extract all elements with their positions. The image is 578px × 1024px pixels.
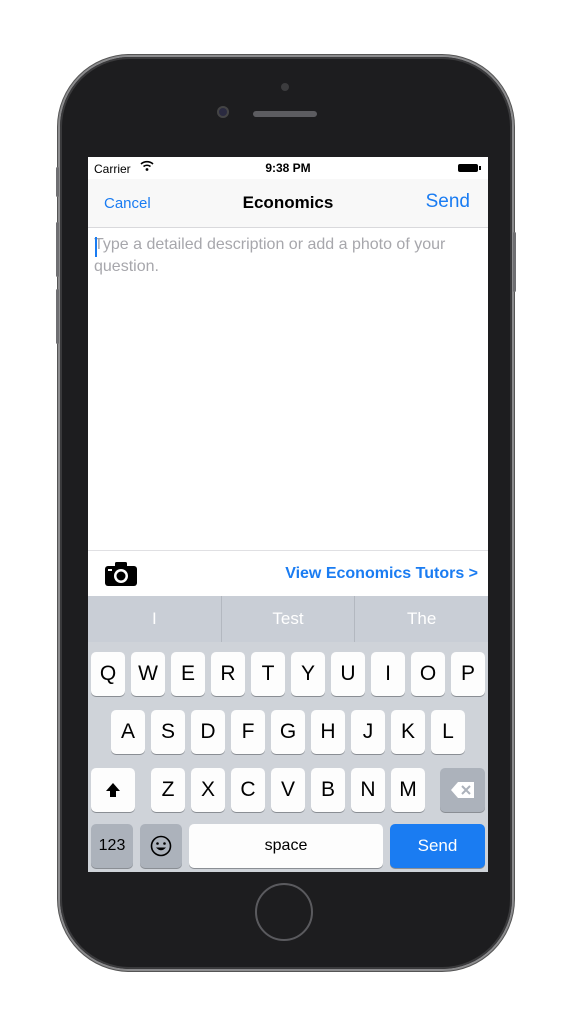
key-y[interactable]: Y — [291, 652, 325, 696]
key-e[interactable]: E — [171, 652, 205, 696]
key-d[interactable]: D — [191, 710, 225, 754]
power-button — [513, 232, 516, 292]
key-h[interactable]: H — [311, 710, 345, 754]
key-p[interactable]: P — [451, 652, 485, 696]
predictive-suggestions-bar: I Test The — [88, 596, 488, 642]
proximity-sensor — [281, 83, 289, 91]
key-k[interactable]: K — [391, 710, 425, 754]
key-m[interactable]: M — [391, 768, 425, 812]
key-s[interactable]: S — [151, 710, 185, 754]
emoji-key[interactable] — [140, 824, 182, 868]
text-cursor — [95, 237, 97, 257]
key-w[interactable]: W — [131, 652, 165, 696]
key-g[interactable]: G — [271, 710, 305, 754]
delete-icon — [450, 782, 474, 799]
shift-icon — [106, 783, 120, 798]
front-camera — [217, 106, 229, 118]
key-r[interactable]: R — [211, 652, 245, 696]
key-f[interactable]: F — [231, 710, 265, 754]
shift-key[interactable] — [91, 768, 135, 812]
screen: Carrier 9:38 PM Cancel Economics Send Vi… — [88, 157, 488, 872]
earpiece-speaker — [253, 111, 317, 117]
camera-icon[interactable] — [104, 561, 138, 587]
suggestion-2[interactable]: Test — [222, 596, 355, 642]
delete-key[interactable] — [440, 768, 485, 812]
key-a[interactable]: A — [111, 710, 145, 754]
keyboard: Q W E R T Y U I O P A S D F G H J K L Z … — [88, 642, 488, 872]
view-tutors-link[interactable]: View Economics Tutors > — [285, 565, 478, 583]
send-button[interactable]: Send — [426, 191, 470, 213]
suggestion-3[interactable]: The — [355, 596, 488, 642]
key-j[interactable]: J — [351, 710, 385, 754]
navigation-bar: Cancel Economics Send — [88, 179, 488, 228]
key-q[interactable]: Q — [91, 652, 125, 696]
status-bar: Carrier 9:38 PM — [88, 157, 488, 179]
key-i[interactable]: I — [371, 652, 405, 696]
attachment-toolbar: View Economics Tutors > — [88, 550, 488, 597]
numbers-key[interactable]: 123 — [91, 824, 133, 868]
key-u[interactable]: U — [331, 652, 365, 696]
key-z[interactable]: Z — [151, 768, 185, 812]
volume-up-button — [56, 222, 59, 277]
key-b[interactable]: B — [311, 768, 345, 812]
key-l[interactable]: L — [431, 710, 465, 754]
key-t[interactable]: T — [251, 652, 285, 696]
battery-icon — [458, 164, 481, 172]
key-c[interactable]: C — [231, 768, 265, 812]
key-n[interactable]: N — [351, 768, 385, 812]
status-time: 9:38 PM — [265, 161, 311, 175]
compose-area — [88, 228, 488, 550]
key-o[interactable]: O — [411, 652, 445, 696]
suggestion-1[interactable]: I — [88, 596, 221, 642]
emoji-icon — [150, 836, 172, 857]
key-v[interactable]: V — [271, 768, 305, 812]
mute-switch — [56, 167, 59, 197]
volume-down-button — [56, 289, 59, 344]
question-description-input[interactable] — [94, 234, 482, 534]
space-key[interactable]: space — [189, 824, 383, 868]
home-button[interactable] — [255, 883, 313, 941]
key-x[interactable]: X — [191, 768, 225, 812]
keyboard-send-key[interactable]: Send — [390, 824, 485, 868]
